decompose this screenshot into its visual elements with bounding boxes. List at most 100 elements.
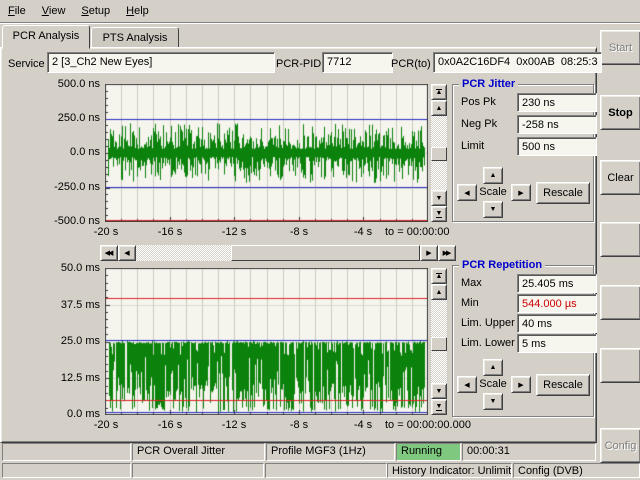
hscroll-far-left-button[interactable]: ◀◀ (100, 245, 118, 261)
min-field: 544.000 µs (517, 294, 597, 313)
status2-cell-1 (2, 463, 131, 478)
lim-upper-label: Lim. Upper (461, 317, 515, 329)
pcr-repetition-panel-title: PCR Repetition (459, 259, 545, 271)
status-measurement: PCR Overall Jitter (132, 443, 265, 461)
scale-left-icon: ◀ (464, 381, 469, 389)
scroll-bottom-icon: ▼ (436, 404, 443, 411)
hscroll-thumb[interactable] (231, 245, 420, 261)
jitter-scroll-top-button[interactable]: ▲ (431, 84, 447, 100)
scale-up-icon: ▲ (490, 364, 497, 371)
scroll-right-icon: ▶ (426, 250, 431, 257)
rep-scale-up-button[interactable]: ▲ (483, 359, 503, 376)
scroll-far-left-icon: ◀◀ (105, 250, 112, 257)
scroll-top-icon: ▲ (436, 273, 443, 280)
jitter-ytick-500: 500.0 ns (40, 78, 100, 90)
status-cell-empty (2, 443, 131, 461)
jitter-scroll-down-button[interactable]: ▼ (431, 190, 447, 206)
status2-cell-2 (132, 463, 264, 478)
limit-label: Limit (461, 140, 484, 152)
rep-scale-down-button[interactable]: ▼ (483, 393, 503, 410)
rep-rescale-button[interactable]: Rescale (536, 374, 590, 396)
menu-file[interactable]: File (0, 2, 34, 20)
jitter-scale-label: Scale (478, 186, 508, 198)
blank-button-3 (600, 348, 640, 383)
scale-down-icon: ▼ (490, 206, 497, 213)
scroll-bottom-icon: ▼ (436, 211, 443, 218)
blank-button-2 (600, 285, 640, 320)
pos-pk-label: Pos Pk (461, 96, 496, 108)
start-button: Start (600, 30, 640, 65)
scale-right-icon: ▶ (518, 189, 523, 197)
clear-button[interactable]: Clear (600, 160, 640, 195)
rep-xtick-4: -4 s (354, 419, 372, 431)
jitter-scale-right-button[interactable]: ▶ (511, 184, 531, 201)
scroll-down-icon: ▼ (436, 388, 443, 395)
rep-scroll-bottom-button[interactable]: ▼ (431, 399, 447, 415)
jitter-scroll-bottom-button[interactable]: ▼ (431, 206, 447, 222)
rep-ytick-50: 50.0 ms (40, 262, 100, 274)
lim-upper-field[interactable]: 40 ms (517, 314, 597, 333)
pcr-jitter-panel: PCR Jitter Pos Pk 230 ns Neg Pk -258 ns … (452, 84, 594, 222)
hscroll-far-right-button[interactable]: ▶▶ (438, 245, 456, 261)
menu-help[interactable]: Help (118, 2, 157, 20)
jitter-rescale-button[interactable]: Rescale (536, 182, 590, 204)
stop-button[interactable]: Stop (600, 95, 640, 130)
scale-down-icon: ▼ (490, 398, 497, 405)
status-running-badge: Running (396, 443, 461, 461)
rep-ytick-25: 25.0 ms (40, 335, 100, 347)
tab-pcr-analysis[interactable]: PCR Analysis (2, 25, 90, 49)
scroll-top-icon: ▲ (436, 89, 443, 96)
neg-pk-label: Neg Pk (461, 118, 497, 130)
jitter-vscroll-thumb[interactable] (431, 147, 447, 161)
hscroll-right-button[interactable]: ▶ (420, 245, 438, 261)
status-elapsed-time: 00:00:31 (462, 443, 596, 461)
rep-vscroll-track[interactable] (431, 300, 447, 383)
rep-xtick-12: -12 s (222, 419, 246, 431)
pcr-repetition-panel: PCR Repetition Max 25.405 ms Min 544.000… (452, 265, 594, 417)
jitter-vscrollbar: ▲ ▲ ▼ ▼ (431, 84, 447, 222)
scroll-far-right-icon: ▶▶ (443, 250, 450, 257)
service-label: Service (8, 57, 45, 71)
scale-right-icon: ▶ (518, 381, 523, 389)
rep-scale-left-button[interactable]: ◀ (457, 376, 477, 393)
jitter-vscroll-track[interactable] (431, 116, 447, 190)
blank-button-1 (600, 222, 640, 257)
neg-pk-field: -258 ns (517, 115, 597, 134)
time-hscrollbar: ◀◀ ◀ ▶ ▶▶ (100, 245, 456, 261)
tab-pts-analysis[interactable]: PTS Analysis (91, 27, 179, 48)
lim-lower-field[interactable]: 5 ms (517, 334, 597, 353)
jitter-xtick-4: -4 s (354, 226, 372, 238)
rep-scroll-down-button[interactable]: ▼ (431, 383, 447, 399)
jitter-scale-down-button[interactable]: ▼ (483, 201, 503, 218)
menu-setup[interactable]: Setup (73, 2, 118, 20)
service-field[interactable]: 2 [3_Ch2 New Eyes] (47, 52, 275, 73)
menu-view[interactable]: View (34, 2, 74, 20)
max-field: 25.405 ms (517, 274, 597, 293)
jitter-scale-up-button[interactable]: ▲ (483, 167, 503, 184)
jitter-ytick-n250: -250.0 ns (40, 181, 100, 193)
pcr-jitter-plot (105, 84, 428, 222)
rep-ytick-0: 0.0 ms (40, 408, 100, 420)
hscroll-left-button[interactable]: ◀ (118, 245, 136, 261)
rep-xaxis-end-label: to = 00:00:00.000 (385, 419, 497, 431)
lim-lower-label: Lim. Lower (461, 337, 515, 349)
jitter-scroll-up-button[interactable]: ▲ (431, 100, 447, 116)
jitter-xaxis-end-label: to = 00:00:00. (385, 226, 449, 238)
jitter-xtick-16: -16 s (158, 226, 182, 238)
hscroll-track[interactable] (136, 245, 420, 261)
rep-scale-right-button[interactable]: ▶ (511, 376, 531, 393)
rep-vscroll-thumb[interactable] (431, 337, 447, 351)
rep-scroll-top-button[interactable]: ▲ (431, 268, 447, 284)
pcr-to-label: PCR(to) (391, 57, 431, 71)
limit-field[interactable]: 500 ns (517, 137, 597, 156)
status2-history-indicator: History Indicator: Unlimited (387, 463, 512, 478)
rep-scroll-up-button[interactable]: ▲ (431, 284, 447, 300)
jitter-ytick-0: 0.0 ns (40, 146, 100, 158)
min-label: Min (461, 297, 479, 309)
jitter-xtick-8: -8 s (290, 226, 308, 238)
config-button: Config (600, 428, 640, 463)
menu-bar: File View Setup Help (0, 0, 640, 23)
pcr-repetition-plot (105, 268, 428, 415)
jitter-scale-left-button[interactable]: ◀ (457, 184, 477, 201)
jitter-ytick-250: 250.0 ns (40, 112, 100, 124)
